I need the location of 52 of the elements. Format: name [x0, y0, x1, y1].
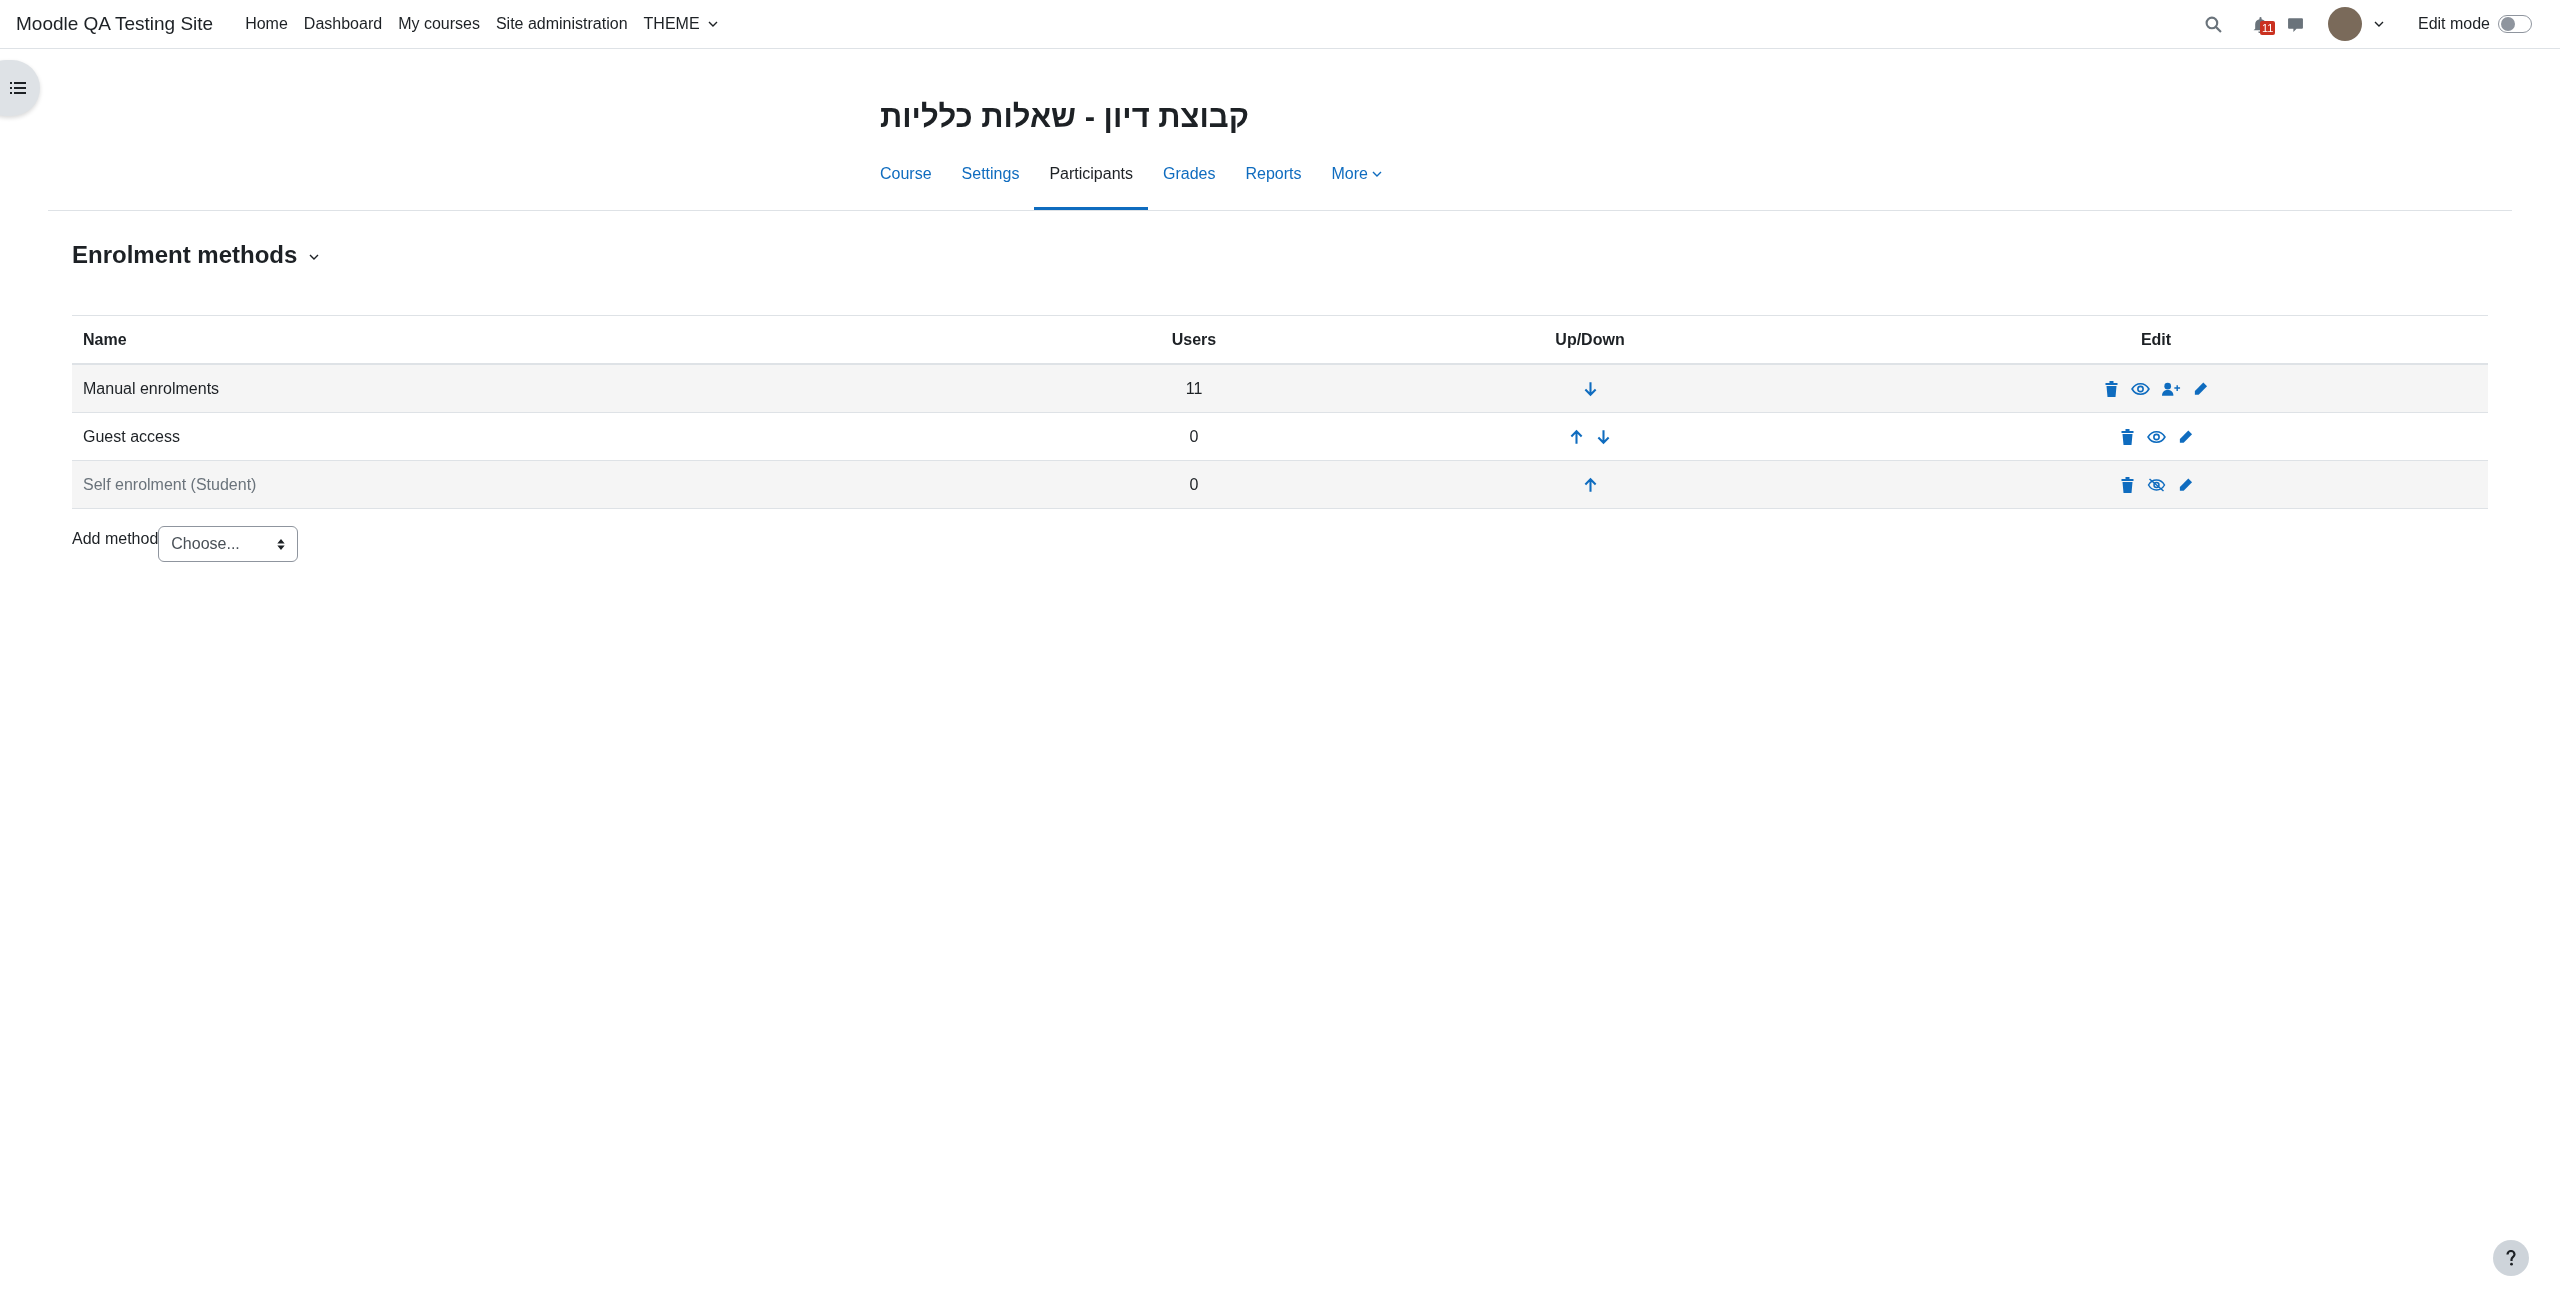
eye-icon[interactable]	[2131, 381, 2150, 396]
arrow-down-icon[interactable]	[1582, 380, 1598, 397]
course-tab[interactable]: Grades	[1148, 165, 1231, 210]
list-icon	[10, 82, 26, 94]
trash-icon[interactable]	[2119, 476, 2135, 493]
site-name[interactable]: Moodle QA Testing Site	[16, 13, 214, 35]
avatar[interactable]	[2327, 7, 2362, 41]
table-cell-text: Guest access	[82, 427, 180, 446]
chevron-down-icon	[707, 21, 718, 27]
chevron-down-icon	[1371, 171, 1382, 177]
nav-link[interactable]: THEME	[635, 15, 726, 33]
course-tab[interactable]: Participants	[1034, 165, 1148, 210]
course-tab[interactable]: More	[1316, 165, 1397, 210]
table-cell-text: Self enrolment (Student)	[82, 475, 257, 494]
eye-icon[interactable]	[2146, 429, 2166, 444]
help-button[interactable]	[2493, 1240, 2529, 1276]
column-header: Name	[82, 330, 127, 349]
arrow-up-icon[interactable]	[1582, 476, 1598, 493]
chat-icon[interactable]	[2286, 15, 2304, 33]
table-cell: 0	[1189, 427, 1199, 446]
table-cell: 0	[1189, 475, 1199, 494]
arrow-up-icon[interactable]	[1569, 428, 1584, 445]
arrow-down-icon[interactable]	[1596, 428, 1611, 445]
column-header: Up/Down	[1555, 330, 1625, 349]
column-header: Edit	[2140, 330, 2172, 349]
table-cell: 11	[1185, 379, 1203, 398]
add-method-label: Add method	[72, 530, 159, 548]
pencil-icon[interactable]	[2177, 476, 2193, 493]
page-heading: Enrolment methods	[72, 241, 298, 269]
nav-link[interactable]: My courses	[390, 15, 488, 33]
edit-mode-label: Edit mode	[2417, 15, 2490, 33]
trash-icon[interactable]	[2119, 428, 2135, 445]
course-tab[interactable]: Reports	[1230, 165, 1317, 210]
eye-slash-icon[interactable]	[2146, 477, 2166, 492]
course-title: קבוצת דיון - שאלות כלליות	[880, 99, 1249, 135]
nav-link[interactable]: Site administration	[487, 15, 636, 33]
question-mark-icon	[2506, 1250, 2516, 1266]
course-tab[interactable]: Course	[880, 165, 947, 210]
pencil-icon[interactable]	[2177, 428, 2193, 445]
column-header: Users	[1171, 330, 1217, 349]
trash-icon[interactable]	[2104, 380, 2119, 397]
nav-link[interactable]: Dashboard	[295, 15, 391, 33]
table-cell-text: Manual enrolments	[82, 379, 220, 398]
user-plus-icon[interactable]	[2162, 381, 2181, 396]
chevron-down-icon[interactable]	[309, 254, 320, 260]
course-tab[interactable]: Settings	[946, 165, 1035, 210]
chevron-down-icon[interactable]	[2373, 21, 2384, 27]
sort-caret-icon	[277, 538, 286, 550]
search-icon[interactable]	[2204, 15, 2222, 33]
pencil-icon[interactable]	[2193, 380, 2208, 397]
add-method-select[interactable]: Choose...	[158, 526, 299, 562]
nav-link[interactable]: Home	[237, 15, 296, 33]
